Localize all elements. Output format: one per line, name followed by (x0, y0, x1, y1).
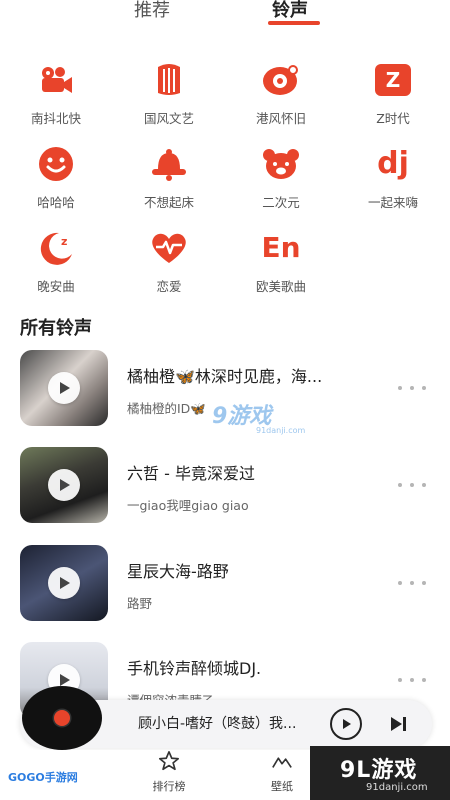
bell-icon (149, 144, 189, 184)
watermark-logo: 9游戏 91danji.com (212, 404, 306, 435)
song-title: 星辰大海-路野 (127, 562, 229, 581)
category-item[interactable]: 不想起床 (119, 144, 219, 211)
category-label: 一起来嗨 (367, 195, 418, 210)
91-watermark-logo: 9L游戏 91danji.com (310, 746, 450, 800)
star-icon (139, 750, 199, 776)
category-label: 港风怀旧 (255, 111, 306, 126)
dj-icon: dj (377, 146, 409, 181)
section-title: 所有铃声 (20, 318, 92, 339)
nav-item-wallpaper[interactable]: 壁纸 (252, 750, 312, 794)
category-item[interactable]: z 晚安曲 (6, 228, 106, 295)
vinyl-icon (261, 60, 301, 100)
more-icon[interactable] (398, 481, 426, 489)
category-item[interactable]: Z Z时代 (343, 60, 443, 127)
more-icon[interactable] (398, 384, 426, 392)
song-title: 手机铃声醉倾城DJ. (127, 659, 262, 678)
list-item[interactable]: 六哲 - 毕竟深爱过 一giao我哩giao giao (0, 447, 450, 527)
tab-ringtone[interactable]: 铃声 (272, 0, 308, 22)
play-icon[interactable] (48, 567, 80, 599)
camera-icon (36, 60, 76, 100)
song-cover (20, 447, 108, 523)
play-icon[interactable] (48, 372, 80, 404)
nav-label: 排行榜 (152, 780, 186, 793)
smile-icon (36, 144, 76, 184)
category-label: 国风文艺 (143, 111, 194, 126)
category-item[interactable]: 哈哈哈 (6, 144, 106, 211)
top-tabs: 推荐 铃声 (0, 0, 450, 32)
category-item[interactable]: En 欧美歌曲 (231, 228, 331, 295)
svg-text:z: z (61, 235, 67, 248)
category-label: 晚安曲 (37, 279, 75, 294)
category-item[interactable]: 国风文艺 (119, 60, 219, 127)
category-item[interactable]: 恋爱 (119, 228, 219, 295)
z-icon: Z (373, 60, 413, 100)
category-label: 二次元 (262, 195, 300, 210)
category-label: Z时代 (376, 111, 410, 126)
bear-icon (261, 144, 301, 184)
category-label: 恋爱 (156, 279, 182, 294)
category-item[interactable]: 南抖北快 (6, 60, 106, 127)
song-cover (20, 350, 108, 426)
category-item[interactable]: 港风怀旧 (231, 60, 331, 127)
tab-recommend[interactable]: 推荐 (134, 0, 170, 22)
en-icon: En (261, 231, 301, 264)
category-label: 哈哈哈 (37, 195, 75, 210)
category-label: 欧美歌曲 (255, 279, 306, 294)
album-disc (22, 686, 102, 750)
more-icon[interactable] (398, 579, 426, 587)
tab-active-indicator (268, 21, 320, 25)
next-track-icon[interactable] (388, 714, 408, 734)
list-item[interactable]: 星辰大海-路野 路野 (0, 545, 450, 625)
song-cover (20, 545, 108, 621)
more-icon[interactable] (398, 676, 426, 684)
play-icon[interactable] (48, 469, 80, 501)
nav-label: 壁纸 (271, 780, 293, 793)
song-title: 六哲 - 毕竟深爱过 (127, 464, 255, 483)
category-item[interactable]: 二次元 (231, 144, 331, 211)
category-label: 不想起床 (143, 195, 194, 210)
song-title: 橘柚橙🦋林深时见鹿，海... (127, 367, 323, 386)
mountain-icon (252, 750, 312, 776)
play-button[interactable] (330, 708, 362, 740)
song-artist: 一giao我哩giao giao (127, 498, 249, 513)
mini-player-title: 顾小白-嗜好（咚鼓）我... (138, 716, 297, 732)
moon-icon: z (36, 228, 76, 268)
nav-item-ranking[interactable]: 排行榜 (139, 750, 199, 794)
category-label: 南抖北快 (30, 111, 81, 126)
harp-icon (149, 60, 189, 100)
heartbeat-icon (149, 228, 189, 268)
category-item[interactable]: dj 一起来嗨 (343, 144, 443, 211)
gogo-watermark-logo: GOGO手游网 (8, 771, 78, 784)
song-artist: 路野 (127, 596, 153, 611)
